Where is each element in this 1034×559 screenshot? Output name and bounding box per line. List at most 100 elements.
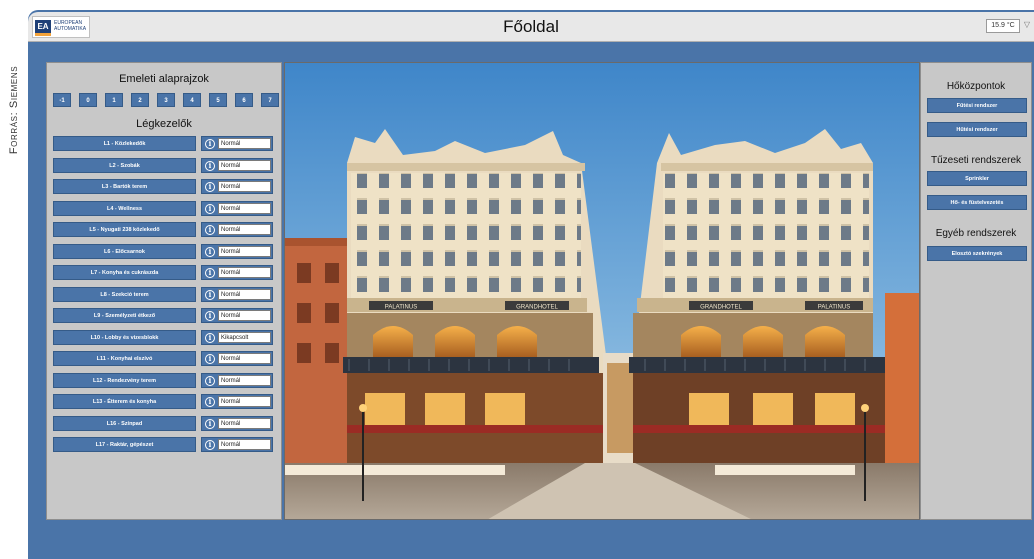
left-hotel-building: PALATINUS GRANDHOTEL bbox=[343, 129, 607, 463]
ahu-status-l4: Normál bbox=[218, 202, 271, 214]
right-panel: Hőközpontok Fűtési rendszer Hűtési rends… bbox=[920, 62, 1032, 520]
info-icon[interactable]: i bbox=[205, 139, 215, 149]
ahu-info-l8[interactable]: i Normál bbox=[201, 286, 273, 302]
floor-buttons: -1 0 1 2 3 4 5 6 7 bbox=[53, 93, 279, 107]
ahu-status-l8: Normál bbox=[218, 288, 271, 300]
info-icon[interactable]: i bbox=[205, 203, 215, 214]
ahu-status-l9: Normál bbox=[218, 310, 271, 321]
ahu-info-l7[interactable]: i Normál bbox=[201, 265, 273, 280]
info-icon[interactable]: i bbox=[205, 354, 215, 364]
ahu-info-l12[interactable]: i Normál bbox=[201, 372, 273, 388]
sprinkler-button[interactable]: Sprinkler bbox=[927, 171, 1027, 186]
floor-button-2[interactable]: 2 bbox=[131, 93, 149, 107]
ahu-status-l13: Normál bbox=[218, 396, 271, 407]
ahu-info-l6[interactable]: i Normál bbox=[201, 243, 273, 259]
floor-button-0[interactable]: 0 bbox=[79, 93, 97, 107]
temperature-arrow-icon[interactable]: ▽ bbox=[1024, 20, 1030, 29]
info-icon[interactable]: i bbox=[205, 397, 215, 407]
ahu-info-l17[interactable]: i Normál bbox=[201, 437, 273, 452]
other-systems-heading: Egyéb rendszerek bbox=[935, 228, 1017, 239]
title-bar: EA EUROPEAN AUTOMATIKA Főoldal 15.9 °C ▽ bbox=[28, 12, 1034, 42]
ahu-button-l7[interactable]: L7 - Konyha és cukrászda bbox=[53, 265, 196, 280]
ahu-button-l4[interactable]: L4 - Wellness bbox=[53, 200, 196, 216]
left-panel: Emeleti alaprajzok -1 0 1 2 3 4 5 6 7 Lé… bbox=[46, 62, 282, 520]
ahu-row: L7 - Konyha és cukrászda i Normál bbox=[53, 265, 279, 280]
bottom-bar bbox=[28, 537, 1034, 559]
ahu-status-l6: Normál bbox=[218, 245, 271, 257]
ahu-row: L16 - Színpad i Normál bbox=[53, 415, 279, 431]
floor-button-7[interactable]: 7 bbox=[261, 93, 279, 107]
info-icon[interactable]: i bbox=[205, 225, 215, 235]
ahu-row: L6 - Előcsarnok i Normál bbox=[53, 243, 279, 259]
ahu-button-l9[interactable]: L9 - Személyzeti étkező bbox=[53, 308, 196, 323]
ahu-button-l13[interactable]: L13 - Étterem és konyha bbox=[53, 394, 196, 409]
ahu-info-l16[interactable]: i Normál bbox=[201, 415, 273, 431]
ahu-status-l2: Normál bbox=[218, 159, 271, 171]
source-caption: Forrás: Siemens bbox=[8, 65, 20, 155]
ahu-button-l11[interactable]: L11 - Konyhai elszívó bbox=[53, 351, 196, 366]
ahu-row: L2 - Szobák i Normál bbox=[53, 157, 279, 173]
ahu-button-l10[interactable]: L10 - Lobby és vizesblokk bbox=[53, 329, 196, 345]
floor-button-5[interactable]: 5 bbox=[209, 93, 227, 107]
ahu-button-l1[interactable]: L1 - Közlekedők bbox=[53, 136, 196, 151]
ahu-button-l2[interactable]: L2 - Szobák bbox=[53, 157, 196, 173]
info-icon[interactable]: i bbox=[205, 182, 215, 192]
ahu-button-l12[interactable]: L12 - Rendezvény terem bbox=[53, 372, 196, 388]
smoke-extraction-button[interactable]: Hő- és füstelvezetés bbox=[927, 195, 1027, 210]
temperature-readout: 15.9 °C bbox=[986, 19, 1020, 33]
svg-text:GRANDHOTEL: GRANDHOTEL bbox=[700, 305, 742, 311]
ahu-info-l13[interactable]: i Normál bbox=[201, 394, 273, 409]
ahu-row: L8 - Szekció terem i Normál bbox=[53, 286, 279, 302]
ahu-info-l9[interactable]: i Normál bbox=[201, 308, 273, 323]
info-icon[interactable]: i bbox=[205, 160, 215, 171]
ahu-button-l6[interactable]: L6 - Előcsarnok bbox=[53, 243, 196, 259]
svg-text:PALATINUS: PALATINUS bbox=[818, 305, 850, 311]
ahu-status-l1: Normál bbox=[218, 138, 271, 149]
ahu-button-l5[interactable]: L5 - Nyugati 238 közlekedő bbox=[53, 222, 196, 237]
info-icon[interactable]: i bbox=[205, 311, 215, 321]
info-icon[interactable]: i bbox=[205, 440, 215, 450]
ahu-info-l2[interactable]: i Normál bbox=[201, 157, 273, 173]
cooling-system-button[interactable]: Hűtési rendszer bbox=[927, 122, 1027, 137]
right-side-building bbox=[885, 293, 919, 473]
info-icon[interactable]: i bbox=[205, 289, 215, 300]
ahu-row: L5 - Nyugati 238 közlekedő i Normál bbox=[53, 222, 279, 237]
ahu-status-l16: Normál bbox=[218, 417, 271, 429]
ahu-button-l17[interactable]: L17 - Raktár, gépészet bbox=[53, 437, 196, 452]
left-side-building bbox=[285, 238, 355, 468]
ahu-status-l3: Normál bbox=[218, 181, 271, 192]
ahu-info-l4[interactable]: i Normál bbox=[201, 200, 273, 216]
ahu-row: L11 - Konyhai elszívó i Normál bbox=[53, 351, 279, 366]
floor-button-3[interactable]: 3 bbox=[157, 93, 175, 107]
ahu-button-l3[interactable]: L3 - Bartók terem bbox=[53, 179, 196, 194]
info-icon[interactable]: i bbox=[205, 418, 215, 429]
info-icon[interactable]: i bbox=[205, 332, 215, 343]
ahu-info-l5[interactable]: i Normál bbox=[201, 222, 273, 237]
info-icon[interactable]: i bbox=[205, 246, 215, 257]
ahu-button-l16[interactable]: L16 - Színpad bbox=[53, 415, 196, 431]
ahu-info-l11[interactable]: i Normál bbox=[201, 351, 273, 366]
ahu-row: L9 - Személyzeti étkező i Normál bbox=[53, 308, 279, 323]
ahu-row: L17 - Raktár, gépészet i Normál bbox=[53, 437, 279, 452]
ahu-button-l8[interactable]: L8 - Szekció terem bbox=[53, 286, 196, 302]
floor-button-6[interactable]: 6 bbox=[235, 93, 253, 107]
ahu-row: L4 - Wellness i Normál bbox=[53, 200, 279, 216]
right-hotel-building: GRANDHOTEL PALATINUS bbox=[629, 129, 887, 463]
ahu-row: L10 - Lobby és vizesblokk i Kikapcsolt bbox=[53, 329, 279, 345]
floor-button-1[interactable]: 1 bbox=[105, 93, 123, 107]
heat-centres-heading: Hőközpontok bbox=[946, 81, 1006, 92]
floor-button-minus1[interactable]: -1 bbox=[53, 93, 71, 107]
ahu-status-l7: Normál bbox=[218, 267, 271, 278]
svg-text:PALATINUS: PALATINUS bbox=[385, 305, 417, 311]
info-icon[interactable]: i bbox=[205, 268, 215, 278]
floor-button-4[interactable]: 4 bbox=[183, 93, 201, 107]
ahu-heading: Légkezelők bbox=[136, 118, 192, 130]
ahu-status-l10: Kikapcsolt bbox=[218, 331, 271, 343]
distribution-cabinets-button[interactable]: Elosztó szekrények bbox=[927, 246, 1027, 261]
ahu-info-l3[interactable]: i Normál bbox=[201, 179, 273, 194]
info-icon[interactable]: i bbox=[205, 375, 215, 386]
ahu-info-l1[interactable]: i Normál bbox=[201, 136, 273, 151]
ahu-row: L3 - Bartók terem i Normál bbox=[53, 179, 279, 194]
ahu-info-l10[interactable]: i Kikapcsolt bbox=[201, 329, 273, 345]
heating-system-button[interactable]: Fűtési rendszer bbox=[927, 98, 1027, 113]
